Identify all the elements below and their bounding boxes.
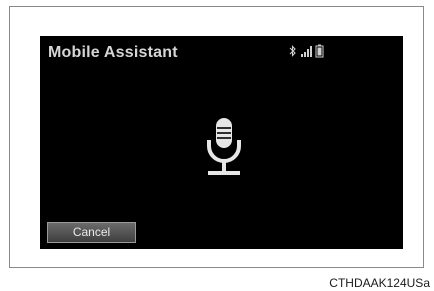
signal-strength-icon: [301, 46, 312, 57]
battery-icon: [315, 44, 324, 58]
figure-code: CTHDAAK124USa: [329, 276, 430, 290]
bluetooth-icon: [289, 45, 296, 57]
mobile-assistant-screen: Mobile Assistant Cancel: [40, 36, 403, 249]
microphone-icon: [207, 118, 241, 175]
status-bar: [289, 44, 324, 58]
screen-title: Mobile Assistant: [48, 44, 178, 61]
cancel-button[interactable]: Cancel: [47, 222, 136, 243]
